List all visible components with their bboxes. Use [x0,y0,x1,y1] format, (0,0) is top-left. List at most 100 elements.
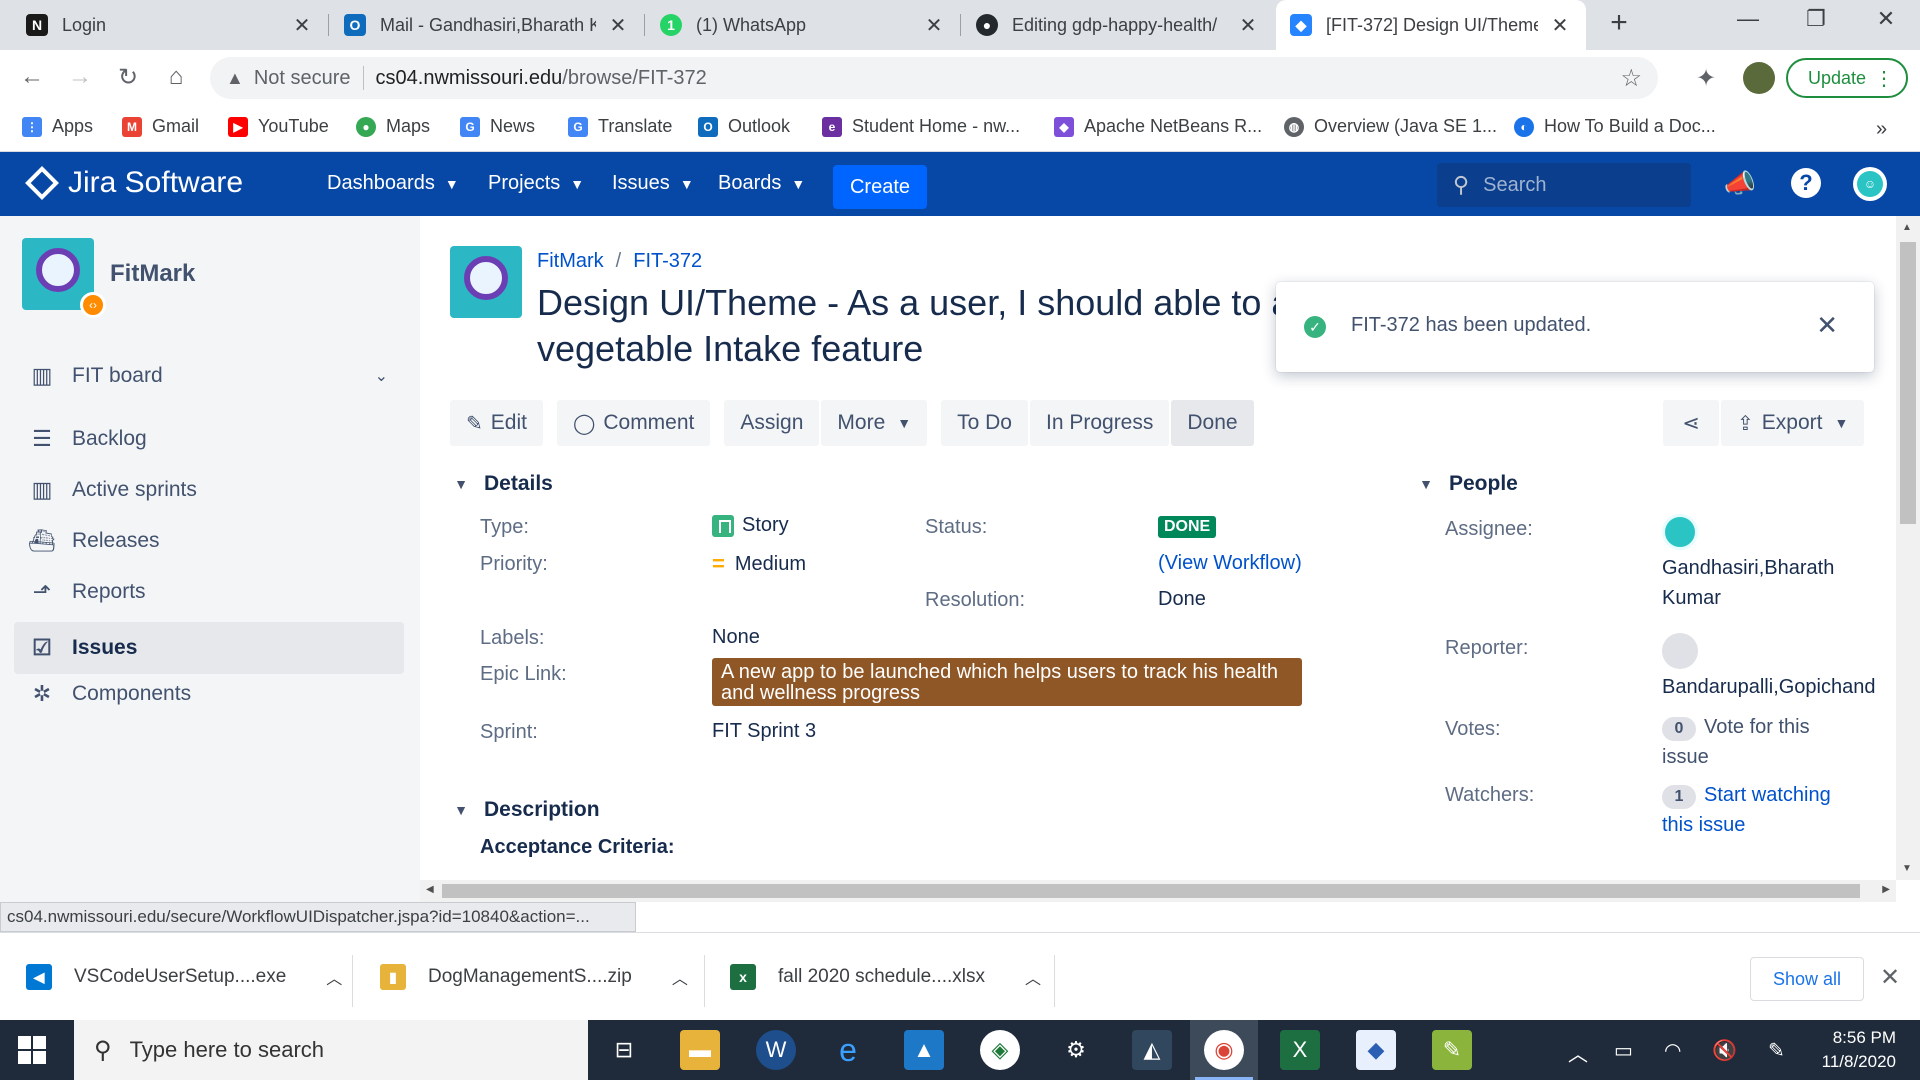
close-icon[interactable]: ✕ [1880,963,1900,992]
bookmark-outlook[interactable]: O Outlook [698,116,790,137]
file-explorer-icon[interactable]: ▬ [680,1030,720,1070]
bookmark-apps[interactable]: ⋮ Apps [22,116,93,137]
todo-button[interactable]: To Do [941,400,1028,446]
close-icon[interactable]: ✕ [606,13,630,38]
in-progress-button[interactable]: In Progress [1029,400,1170,446]
close-icon[interactable]: ✕ [290,13,314,38]
sidebar-item-fit-board[interactable]: ▥ FIT board ⌄ [14,350,404,402]
export-button[interactable]: ⇪ Export ▼ [1721,400,1865,446]
project-name[interactable]: FitMark [110,260,195,288]
photos-icon[interactable]: ▲ [904,1030,944,1070]
description-section-header[interactable]: ▼ Description [450,798,599,822]
update-button[interactable]: Update ⋮ [1786,58,1908,98]
assignee-name[interactable]: Gandhasiri,Bharath Kumar [1662,553,1834,613]
virtualbox-icon[interactable]: ◆ [1356,1030,1396,1070]
menu-dashboards[interactable]: Dashboards ▼ [327,172,459,195]
sidebar-item-components[interactable]: ✲ Components [14,668,404,720]
issue-title[interactable]: Design UI/Theme - As a user, I should ab… [537,280,1297,372]
sidebar-item-backlog[interactable]: ☰ Backlog [14,413,404,465]
sidebar-item-issues[interactable]: ☑ Issues [14,622,404,674]
scroll-up-icon[interactable]: ▲ [1902,222,1912,233]
menu-issues[interactable]: Issues ▼ [612,172,694,195]
close-icon[interactable]: ✕ [1548,13,1572,38]
bookmark-star-icon[interactable]: ☆ [1620,64,1642,93]
vpn-icon[interactable]: ◈ [980,1030,1020,1070]
jira-logo[interactable]: Jira Software [25,166,243,200]
download-item[interactable]: ▮ DogManagementS....zip ︿ [380,953,688,1001]
browser-tab-mail[interactable]: O Mail - Gandhasiri,Bharath K ✕ [330,0,644,50]
chevron-up-icon[interactable]: ︿ [672,965,688,989]
notifications-megaphone-icon[interactable]: 📣 [1722,165,1758,201]
scroll-thumb[interactable] [442,884,1860,898]
window-close-icon[interactable]: ✕ [1866,6,1906,32]
show-hidden-icons[interactable]: ︿ [1568,1038,1588,1067]
home-icon[interactable]: ⌂ [160,63,192,91]
notepad-icon[interactable]: ✎ [1432,1030,1472,1070]
browser-tab-jira-active[interactable]: ◆ [FIT-372] Design UI/Theme ✕ [1276,0,1586,50]
bookmark-gmail[interactable]: M Gmail [122,116,199,137]
vertical-scrollbar[interactable]: ▲ ▼ [1896,216,1920,880]
epic-link-lozenge[interactable]: A new app to be launched which helps use… [712,658,1302,706]
close-icon[interactable]: ✕ [1816,310,1838,341]
bookmark-maps[interactable]: ● Maps [356,116,430,137]
edge-legacy-icon[interactable]: e [828,1030,868,1070]
download-item[interactable]: x fall 2020 schedule....xlsx ︿ [730,953,1041,1001]
reload-icon[interactable]: ↻ [112,63,144,92]
view-workflow-link[interactable]: (View Workflow) [1158,552,1302,575]
settings-gear-icon[interactable]: ⚙ [1056,1030,1096,1070]
help-icon[interactable]: ? [1791,168,1821,198]
horizontal-scrollbar[interactable]: ◀ ▶ [420,880,1896,902]
scroll-right-icon[interactable]: ▶ [1882,884,1890,895]
done-button[interactable]: Done [1171,400,1254,446]
assignee-avatar[interactable] [1662,514,1698,550]
bookmark-news[interactable]: G News [460,116,535,137]
scroll-left-icon[interactable]: ◀ [426,884,434,895]
show-all-downloads-button[interactable]: Show all [1750,957,1864,1001]
close-icon[interactable]: ✕ [1236,13,1260,38]
breadcrumb-issue-key[interactable]: FIT-372 [633,250,702,273]
people-section-header[interactable]: ▼ People [1415,472,1518,496]
menu-projects[interactable]: Projects ▼ [488,172,584,195]
scroll-down-icon[interactable]: ▼ [1902,863,1912,874]
comment-button[interactable]: ◯ Comment [556,400,711,446]
bookmark-translate[interactable]: G Translate [568,116,672,137]
chevron-up-icon[interactable]: ︿ [1025,965,1041,989]
forward-icon[interactable]: → [64,63,96,91]
more-button[interactable]: More ▼ [821,400,928,446]
more-bookmarks-icon[interactable]: » [1876,118,1887,141]
address-bar[interactable]: ▲ Not secure cs04.nwmissouri.edu /browse… [210,57,1658,99]
reporter-name[interactable]: Bandarupalli,Gopichand [1662,672,1900,702]
menu-boards[interactable]: Boards ▼ [718,172,805,195]
system-clock[interactable]: 8:56 PM 11/8/2020 [1812,1026,1896,1074]
reporter-avatar[interactable] [1662,633,1698,669]
minimize-icon[interactable]: — [1728,6,1768,32]
bookmark-student-home[interactable]: e Student Home - nw... [822,116,1020,137]
sidebar-item-active-sprints[interactable]: ▥ Active sprints [14,464,404,516]
bookmark-youtube[interactable]: ▶ YouTube [228,116,329,137]
profile-avatar[interactable] [1743,62,1775,94]
task-view-icon[interactable]: ⊟ [604,1030,644,1070]
project-avatar[interactable] [450,246,522,318]
taskbar-search-input[interactable]: ⚲ Type here to search [74,1020,588,1080]
download-item[interactable]: ◀ VSCodeUserSetup....exe ︿ [26,953,342,1001]
bookmark-netbeans[interactable]: ◆ Apache NetBeans R... [1054,116,1262,137]
chrome-icon[interactable]: ◉ [1204,1030,1244,1070]
browser-tab-whatsapp[interactable]: 1 (1) WhatsApp ✕ [646,0,960,50]
pen-icon[interactable]: ✎ [1768,1038,1785,1063]
database-workbench-icon[interactable]: ◭ [1132,1030,1172,1070]
battery-icon[interactable]: ▭ [1614,1038,1633,1063]
sidebar-item-releases[interactable]: ⛴ Releases [14,515,404,567]
windows-start-icon[interactable] [18,1036,46,1064]
sprint-value[interactable]: FIT Sprint 3 [712,720,816,743]
create-button[interactable]: Create [833,165,927,209]
new-tab-icon[interactable]: + [1604,6,1634,40]
browser-tab-github[interactable]: ● Editing gdp-happy-health/ ✕ [962,0,1274,50]
bookmark-doc-builder[interactable]: ◐ How To Build a Doc... [1514,116,1716,137]
details-section-header[interactable]: ▼ Details [450,472,553,496]
bookmark-java-overview[interactable]: ◍ Overview (Java SE 1... [1284,116,1497,137]
breadcrumb-project-link[interactable]: FitMark [537,250,604,273]
sidebar-item-reports[interactable]: ⬏ Reports [14,566,404,618]
browser-tab-login[interactable]: N Login ✕ [12,0,328,50]
wifi-icon[interactable]: ◠ [1664,1038,1681,1063]
excel-icon[interactable]: X [1280,1030,1320,1070]
